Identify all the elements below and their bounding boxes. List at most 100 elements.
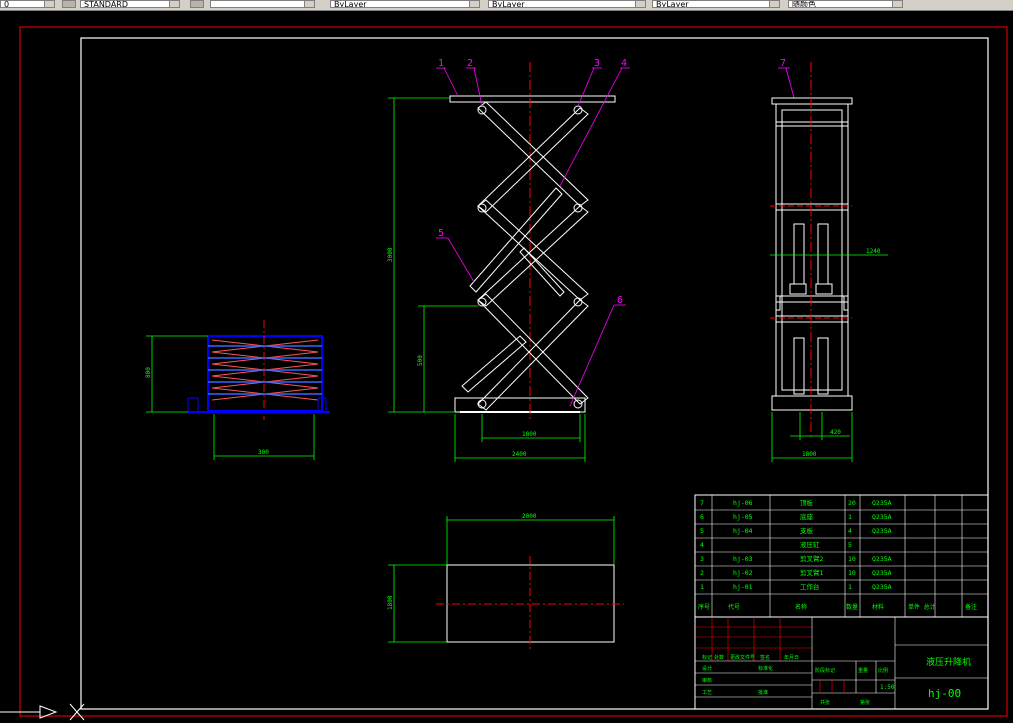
tb-label-mark: 标记 xyxy=(702,654,712,661)
dim-front-mid: 500 xyxy=(417,355,424,366)
bom-header-name: 名称 xyxy=(795,603,807,611)
part-label-5: 5 xyxy=(438,228,444,239)
chevron-down-icon xyxy=(635,1,645,7)
bom-cell-mat: Q235A xyxy=(872,583,892,591)
tb-label-total-sheets: 共张 xyxy=(820,699,830,706)
textstyle-value: STANDARD xyxy=(84,0,129,8)
bom-cell-no: 7 xyxy=(700,499,704,507)
front-view: 3000 500 1800 2400 1 2 3 4 5 6 7 xyxy=(387,58,795,462)
dim-front-height: 3000 xyxy=(387,247,394,262)
dim-small-width: 300 xyxy=(258,449,269,456)
tb-label-ratio: 比例 xyxy=(878,667,888,674)
bom-header-weight: 单件 总计 xyxy=(908,603,936,611)
bom-cell-no: 5 xyxy=(700,527,704,535)
dimstyle-dropdown[interactable] xyxy=(210,0,315,8)
dim-side-width: 1800 xyxy=(802,451,817,458)
side-view: 1240 420 1800 xyxy=(770,62,888,462)
bom-cell-qty: 4 xyxy=(848,527,852,535)
color-value: ByLayer xyxy=(334,0,367,8)
chevron-down-icon xyxy=(169,1,179,7)
title-block: 标记 处数 更改文件号 签名 年月日 设计 标准化 审核 工艺 批准 阶段标记 … xyxy=(694,616,989,710)
lineweight-dropdown[interactable]: ByLayer xyxy=(652,0,780,8)
bom-cell-name: 液压缸 xyxy=(800,540,820,549)
dim-small-height: 800 xyxy=(145,367,152,378)
bom-cell-name: 底座 xyxy=(800,512,814,521)
bom-cell-no: 1 xyxy=(700,583,704,591)
bom-header-code: 代号 xyxy=(728,603,740,611)
linetype-value: ByLayer xyxy=(492,0,525,8)
dim-front-base-outer: 2400 xyxy=(512,451,527,458)
layer-value: 0 xyxy=(4,0,10,8)
bom-cell-qty: 10 xyxy=(848,555,856,563)
tb-label-count: 处数 xyxy=(714,654,724,661)
textstyle-dropdown[interactable]: STANDARD xyxy=(80,0,180,8)
bom-cell-name: 剪叉臂1 xyxy=(800,568,824,577)
bom-cell-code: hj-02 xyxy=(733,569,753,577)
bom-cell-qty: 1 xyxy=(848,513,852,521)
tb-label-changefile: 更改文件号 xyxy=(730,654,755,661)
drawing-number: hj-00 xyxy=(928,687,961,700)
tb-label-weight: 重量 xyxy=(858,667,868,674)
bom-cell-code: hj-01 xyxy=(733,583,753,591)
chevron-down-icon xyxy=(304,1,314,7)
bom-cell-mat: Q235A xyxy=(872,527,892,535)
bom-header-qty: 数量 xyxy=(846,603,858,611)
ucs-icon xyxy=(0,703,85,721)
dim-plan-width: 2000 xyxy=(522,513,537,520)
dim-plan-height: 1800 xyxy=(387,595,394,610)
plan-view: 2000 1800 xyxy=(387,513,624,650)
part-label-3: 3 xyxy=(594,58,600,69)
bom-cell-no: 2 xyxy=(700,569,704,577)
tb-scale: 1:50 xyxy=(880,684,895,691)
bom-cell-mat: Q235A xyxy=(872,555,892,563)
plotstyle-dropdown[interactable]: 随颜色 xyxy=(788,0,903,8)
tb-label-process: 工艺 xyxy=(702,690,712,696)
dim-side-mid: 1240 xyxy=(866,248,881,255)
bom-cell-qty: 20 xyxy=(848,499,856,507)
bom-table: 7 hj-06 顶板 20 Q235A 6 hj-05 底座 1 Q235A 5 hj-04 支板 4 Q2… xyxy=(694,494,989,618)
bom-cell-code: hj-05 xyxy=(733,513,753,521)
tb-label-date: 年月日 xyxy=(784,654,799,661)
chevron-down-icon xyxy=(469,1,479,7)
bom-cell-code: hj-03 xyxy=(733,555,753,563)
layer-manager-icon[interactable] xyxy=(62,0,76,8)
layer-dropdown[interactable]: 0 xyxy=(0,0,55,8)
lineweight-value: ByLayer xyxy=(656,0,689,8)
bom-cell-mat: Q235A xyxy=(872,569,892,577)
part-label-6: 6 xyxy=(617,295,623,306)
bom-cell-name: 工作台 xyxy=(800,582,820,591)
collapsed-view: 800 300 xyxy=(145,320,330,460)
tb-label-standard: 标准化 xyxy=(758,665,773,672)
bom-cell-mat: Q235A xyxy=(872,499,892,507)
part-label-4: 4 xyxy=(621,58,627,69)
chevron-down-icon xyxy=(892,1,902,7)
drawing-canvas[interactable]: 800 300 3000 500 1800 2400 1 2 3 4 5 6 7… xyxy=(0,10,1013,723)
bom-cell-qty: 10 xyxy=(848,569,856,577)
bom-header-mat: 材料 xyxy=(872,603,884,611)
bom-cell-name: 剪叉臂2 xyxy=(800,554,824,563)
bom-header-note: 备注 xyxy=(965,603,977,611)
color-dropdown[interactable]: ByLayer xyxy=(330,0,480,8)
bom-cell-code: hj-06 xyxy=(733,499,753,507)
tb-label-stage: 阶段标记 xyxy=(815,667,835,674)
drawing-title: 液压升降机 xyxy=(926,656,971,668)
tb-label-approve: 批准 xyxy=(758,689,768,696)
linetype-dropdown[interactable]: ByLayer xyxy=(488,0,646,8)
bom-cell-name: 支板 xyxy=(800,526,814,535)
dim-side-inner: 420 xyxy=(830,429,841,436)
bom-cell-name: 顶板 xyxy=(800,498,814,507)
bom-cell-no: 3 xyxy=(700,555,704,563)
tb-label-design: 设计 xyxy=(702,665,712,672)
tb-label-sheet-no: 第张 xyxy=(860,699,870,706)
plotstyle-value: 随颜色 xyxy=(792,0,816,8)
bom-cell-no: 4 xyxy=(700,541,704,549)
chevron-down-icon xyxy=(44,1,54,7)
bom-cell-no: 6 xyxy=(700,513,704,521)
part-label-7: 7 xyxy=(780,58,786,69)
dimstyle-icon[interactable] xyxy=(190,0,204,8)
bom-cell-code: hj-04 xyxy=(733,527,753,535)
sheet-border xyxy=(19,26,1008,717)
dim-front-base-inner: 1800 xyxy=(522,431,537,438)
part-label-2: 2 xyxy=(467,58,473,69)
bom-cell-mat: Q235A xyxy=(872,513,892,521)
